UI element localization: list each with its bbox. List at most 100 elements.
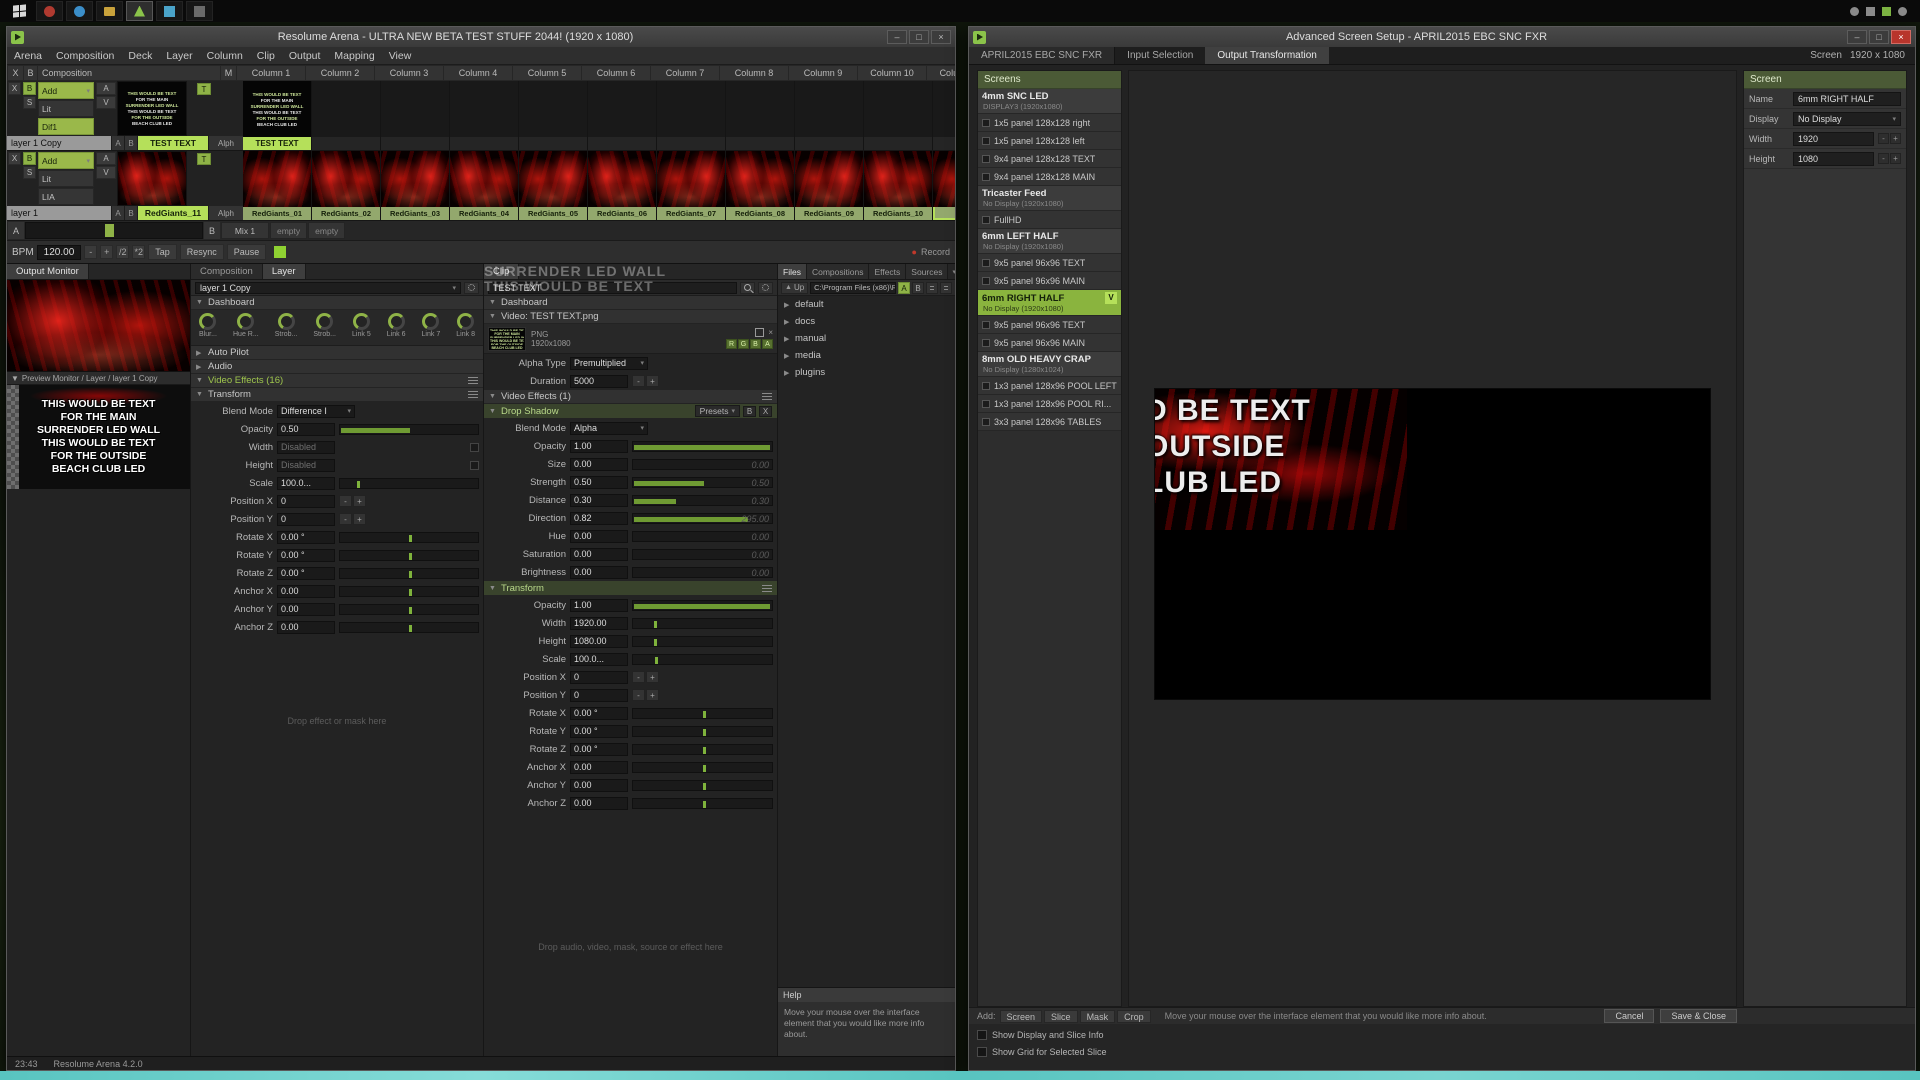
clip-cell[interactable]: RedGi [933,151,955,220]
param-slider[interactable] [632,780,773,791]
param-stepper[interactable]: -+ [339,495,366,507]
param-slider[interactable] [339,424,479,435]
clip-cell[interactable] [933,81,955,150]
slice-checkbox[interactable] [982,137,990,145]
param-slider[interactable] [632,441,773,452]
clip-thumbnail[interactable] [795,151,863,207]
network-icon[interactable] [1866,7,1875,16]
up-directory-button[interactable]: ▲Up [781,282,808,294]
menu-item[interactable]: Layer [166,50,192,62]
width-increment[interactable]: + [1890,133,1901,144]
sort-b-button[interactable]: B [912,282,924,294]
slice-checkbox[interactable] [982,155,990,163]
output-canvas[interactable]: D BE TEXTOUTSIDELUB LED [1128,70,1737,1007]
clip-thumbnail[interactable] [726,81,794,137]
param-dropdown[interactable]: Alpha▾ [570,422,648,435]
dashboard-knob[interactable]: Blur... [199,313,217,338]
tab-output-transformation[interactable]: Output Transformation [1205,47,1329,64]
menu-item[interactable]: Composition [56,50,114,62]
param-slider[interactable] [632,600,773,611]
param-value[interactable]: 0.00 [277,603,335,616]
maximize-button[interactable]: □ [1869,30,1889,44]
param-slider[interactable] [632,636,773,647]
menu-icon[interactable] [762,393,772,400]
close-button[interactable]: × [1891,30,1911,44]
param-slider[interactable] [339,604,479,615]
mixer-button[interactable]: Mix 1 [221,222,269,239]
clip-label[interactable] [933,137,955,150]
clip-thumbnail[interactable] [864,81,932,137]
clip-label[interactable] [519,137,587,150]
param-value[interactable]: 1.00 [570,440,628,453]
increment-button[interactable]: + [646,671,659,683]
clip-label[interactable]: RedGi [933,207,955,220]
collapse-arrow-icon[interactable]: ▼ [11,374,19,383]
channel-button[interactable]: R [726,339,737,349]
screen-list-item[interactable]: 8mm OLD HEAVY CRAP No Display (1280x1024… [978,352,1121,377]
crossfader-a-label[interactable]: A [8,222,24,239]
screen-list-item[interactable]: 1x5 panel 128x128 left [978,132,1121,150]
clip-cell[interactable] [312,81,381,150]
cancel-button[interactable]: Cancel [1604,1009,1654,1023]
tab-composition[interactable]: Composition [191,264,263,279]
clip-label[interactable]: RedGiants_10 [864,207,932,220]
clip-thumbnail[interactable] [312,151,380,207]
taskbar-app-button[interactable] [186,1,213,21]
start-button[interactable] [5,2,33,20]
layer-fader-button[interactable]: LIA [38,188,94,205]
bpm-decrement[interactable]: - [84,245,97,259]
slice-checkbox[interactable] [982,382,990,390]
clip-cell[interactable] [864,81,933,150]
knob-icon[interactable] [237,313,254,330]
clip-name-field[interactable]: TEST TEXT [488,282,737,294]
close-button[interactable]: × [931,30,951,44]
param-value[interactable]: 0.00 [570,458,628,471]
remove-effect-button[interactable]: X [759,406,772,417]
bpm-increment[interactable]: + [100,245,113,259]
layer-fader-button[interactable]: Dif1 [38,118,94,135]
param-value[interactable]: 0 [570,671,628,684]
menu-icon[interactable] [762,585,772,592]
menu-item[interactable]: Column [207,50,243,62]
add-button[interactable]: Screen [1000,1010,1043,1023]
clip-cell[interactable]: RedGiants_08 [726,151,795,220]
knob-icon[interactable] [457,313,474,330]
tap-button[interactable]: Tap [148,244,177,260]
layer-clear-button[interactable]: X [8,152,21,165]
param-value[interactable]: 1.00 [570,599,628,612]
column-header[interactable]: Column 8 [720,66,788,80]
collapse-arrow-icon[interactable]: ▼ [489,585,497,592]
dropdown-arrow-icon[interactable]: ▾ [948,264,955,279]
bpm-halve-button[interactable]: /2 [116,245,129,259]
layer-transition-button[interactable]: T [197,83,211,95]
width-field[interactable]: 1920 [1793,132,1874,146]
increment-button[interactable]: + [353,495,366,507]
crossfader-b-assign[interactable]: B [125,136,137,150]
param-slider[interactable]: 0.00 [632,549,773,560]
param-value[interactable]: 0.00 [570,761,628,774]
taskbar-app-button[interactable] [126,1,153,21]
param-value[interactable]: 0.00 [277,621,335,634]
screen-list-item[interactable]: 3x3 panel 128x96 TABLES [978,413,1121,431]
clip-label[interactable]: TEST TEXT [243,137,311,150]
clip-thumbnail[interactable] [933,81,955,137]
expand-icon[interactable] [755,328,764,337]
slice-checkbox[interactable] [982,418,990,426]
presets-dropdown[interactable]: Presets▾ [695,405,740,417]
dashboard-knob[interactable]: Hue R... [233,313,259,338]
slice-checkbox[interactable] [982,216,990,224]
expand-arrow-icon[interactable]: ▶ [784,318,791,326]
param-slider[interactable] [632,798,773,809]
clip-label[interactable] [588,137,656,150]
section-audio[interactable]: ▶Audio [191,360,483,374]
checkbox[interactable] [977,1030,987,1040]
collapse-arrow-icon[interactable]: ▼ [489,299,497,306]
layer-video-button[interactable]: V [96,96,116,109]
param-stepper[interactable]: -+ [339,513,366,525]
expand-arrow-icon[interactable]: ▶ [784,369,791,377]
param-slider[interactable] [339,568,479,579]
layer-video-button[interactable]: V [96,166,116,179]
tab-compositions[interactable]: Compositions [807,264,870,279]
clip-thumbnail[interactable] [312,81,380,137]
clip-cell[interactable] [381,81,450,150]
